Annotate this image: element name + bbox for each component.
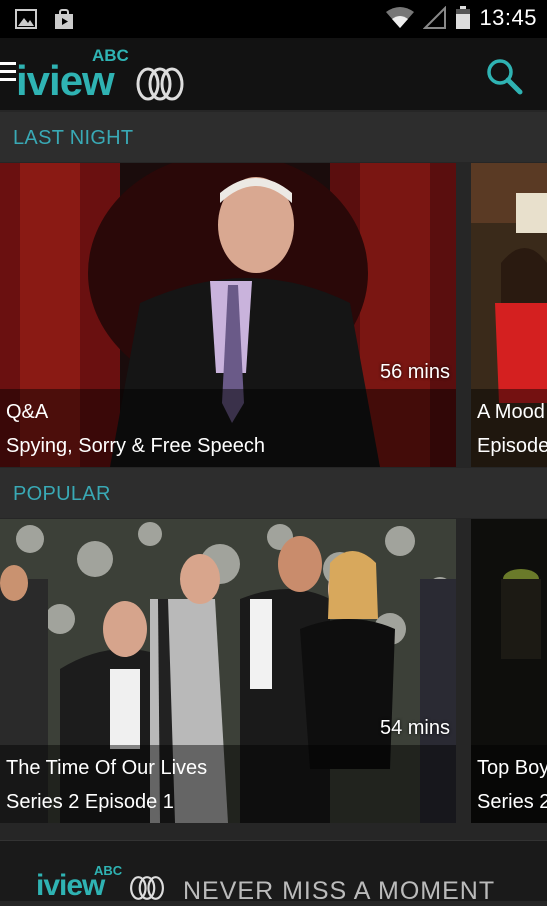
status-bar: 13:45 — [0, 0, 547, 38]
program-card-a-mood[interactable]: A Mood Episode — [471, 163, 547, 467]
signal-icon — [423, 5, 447, 30]
shopping-bag-icon — [52, 7, 76, 31]
banner-logo-wordmark: iview — [36, 869, 105, 902]
app-bar: ABC iview — [0, 38, 547, 110]
image-icon — [14, 7, 38, 31]
battery-icon — [455, 6, 471, 30]
card-title: Top Boy — [477, 757, 547, 779]
card-subtitle: Episode — [477, 435, 547, 457]
section-header-last-night: LAST NIGHT — [0, 112, 547, 162]
promo-banner[interactable]: ABC iview NEVER MISS A MOMENT — [0, 840, 547, 905]
card-duration: 54 mins — [379, 717, 450, 739]
search-icon — [487, 59, 523, 95]
search-button[interactable] — [484, 56, 524, 96]
section-title: LAST NIGHT — [13, 127, 134, 149]
card-duration: 56 mins — [379, 361, 450, 383]
program-card-top-boy[interactable]: Top Boy Series 2 — [471, 519, 547, 823]
card-subtitle: Series 2 — [477, 791, 547, 813]
wifi-icon — [385, 6, 415, 30]
card-title: The Time Of Our Lives — [6, 757, 208, 779]
section-title: POPULAR — [13, 483, 111, 505]
banner-tagline: NEVER MISS A MOMENT — [183, 877, 496, 905]
status-time: 13:45 — [479, 5, 537, 30]
card-title: A Mood — [477, 401, 545, 423]
abc-lissajous-icon — [136, 67, 184, 101]
abc-lissajous-icon — [130, 876, 164, 900]
program-card-time-of-our-lives[interactable]: 54 mins The Time Of Our Lives Series 2 E… — [0, 519, 456, 823]
banner-iview-logo: ABC iview — [36, 863, 176, 901]
card-subtitle: Spying, Sorry & Free Speech — [6, 435, 266, 457]
iview-logo[interactable]: ABC iview — [16, 46, 186, 106]
card-subtitle: Series 2 Episode 1 — [6, 791, 174, 813]
logo-wordmark: iview — [16, 57, 115, 104]
program-card-qanda[interactable]: 56 mins Q&A Spying, Sorry & Free Speech — [0, 163, 456, 467]
menu-icon[interactable] — [0, 62, 16, 84]
section-header-popular: POPULAR — [0, 468, 547, 518]
card-title: Q&A — [6, 401, 49, 423]
